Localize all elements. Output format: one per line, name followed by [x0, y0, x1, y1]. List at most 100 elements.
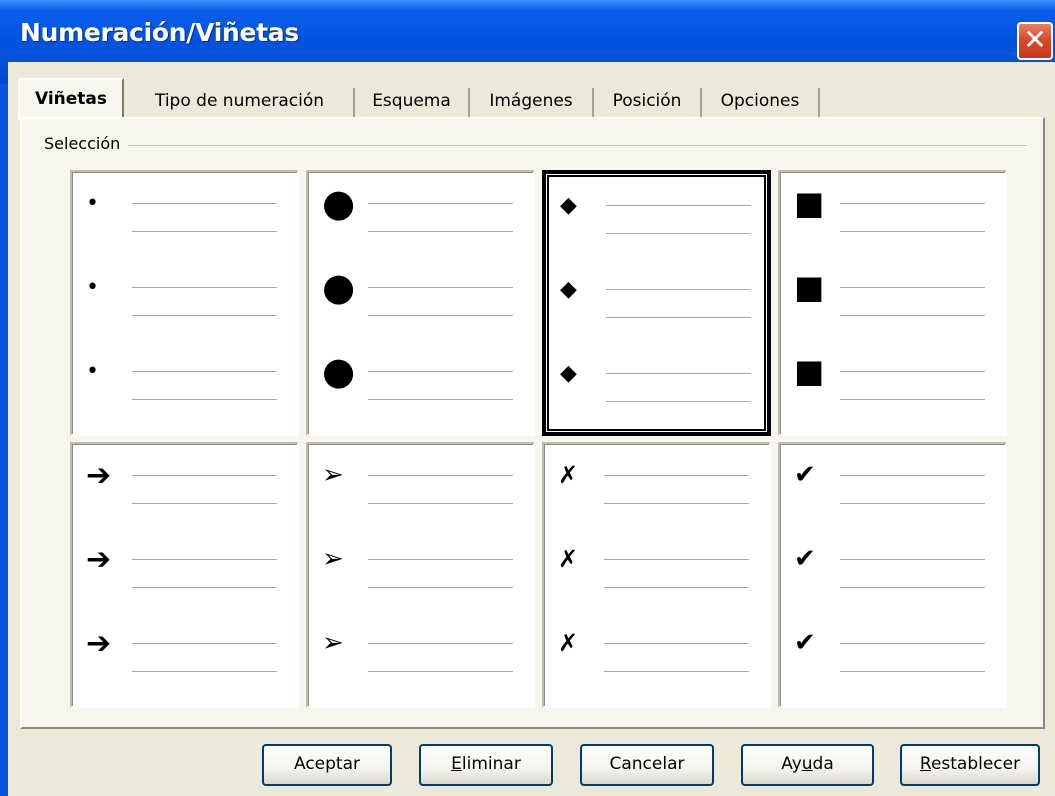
- preview-line: [606, 289, 751, 290]
- bullet-preview-row: ✗: [544, 458, 769, 504]
- bullet-preview-row: ➢: [308, 458, 533, 504]
- bullet-option-large-circle-bullet[interactable]: ● ● ●: [306, 170, 535, 436]
- tab-imagenes[interactable]: Imágenes: [470, 88, 594, 118]
- group-divider: [52, 145, 1027, 147]
- diamond-bullet-icon: ◆: [560, 360, 577, 386]
- bullet-preview-row: ■: [780, 268, 1005, 316]
- large-circle-bullet-icon: ●: [322, 265, 356, 309]
- arrowhead-bullet-icon: ➢: [322, 460, 344, 490]
- small-dot-bullet-icon: •: [86, 190, 99, 216]
- bullet-option-x-mark-bullet[interactable]: ✗ ✗ ✗: [542, 442, 771, 708]
- bullet-preview-row: ➢: [308, 626, 533, 672]
- bullet-preview-row: ✔: [780, 458, 1005, 504]
- diamond-bullet-icon: ◆: [560, 192, 577, 218]
- preview-line: [840, 371, 985, 372]
- preview-line: [606, 233, 751, 234]
- cancel-button[interactable]: Cancelar: [580, 744, 714, 786]
- preview-line: [604, 671, 749, 672]
- arrow-bullet-icon: ➔: [86, 457, 112, 493]
- preview-line: [606, 205, 751, 206]
- reset-button[interactable]: Restablecer: [900, 744, 1040, 786]
- close-button[interactable]: ✕: [1017, 22, 1053, 60]
- arrow-bullet-icon: ➔: [86, 625, 112, 661]
- preview-line: [604, 503, 749, 504]
- preview-line: [368, 643, 513, 644]
- preview-line: [368, 503, 513, 504]
- preview-line: [368, 399, 513, 400]
- help-button[interactable]: Ayuda: [741, 744, 874, 786]
- preview-line: [606, 317, 751, 318]
- check-mark-bullet-icon: ✔: [794, 628, 816, 658]
- bullet-preview-row: ✔: [780, 626, 1005, 672]
- small-dot-bullet-icon: •: [86, 274, 99, 300]
- bullet-preview-row: ◆: [546, 188, 767, 234]
- bullet-preview-row: •: [72, 270, 297, 316]
- preview-line: [840, 503, 985, 504]
- x-mark-bullet-icon: ✗: [558, 629, 579, 657]
- preview-line: [368, 231, 513, 232]
- selection-group-label: Selección: [44, 134, 129, 153]
- bullet-preview-row: ■: [780, 184, 1005, 232]
- preview-line: [606, 373, 751, 374]
- preview-line: [840, 287, 985, 288]
- bullet-preview-row: ➢: [308, 542, 533, 588]
- tab-opciones[interactable]: Opciones: [702, 88, 820, 118]
- preview-line: [604, 587, 749, 588]
- preview-line: [132, 231, 277, 232]
- bullet-preview-row: ✗: [544, 626, 769, 672]
- bullet-preview-row: ●: [308, 265, 533, 316]
- bullet-option-arrow-bullet[interactable]: ➔ ➔ ➔: [70, 442, 299, 708]
- preview-line: [132, 203, 277, 204]
- ok-button-label: Aceptar: [294, 754, 360, 774]
- window-title: Numeración/Viñetas: [20, 18, 299, 47]
- preview-line: [840, 643, 985, 644]
- preview-line: [368, 671, 513, 672]
- bullet-preview-row: ●: [308, 181, 533, 232]
- bullet-option-arrowhead-bullet[interactable]: ➢ ➢ ➢: [306, 442, 535, 708]
- tab-tipo-de-numeracion[interactable]: Tipo de numeración: [126, 88, 355, 118]
- bullet-preview-row: ●: [308, 349, 533, 400]
- preview-line: [840, 559, 985, 560]
- bullet-preview-row: ➔: [72, 541, 297, 588]
- tab-posicion[interactable]: Posición: [594, 88, 702, 118]
- preview-line: [368, 587, 513, 588]
- dialog-body: Viñetas Tipo de numeración Esquema Imáge…: [8, 62, 1055, 796]
- bullet-preview-row: ◆: [546, 356, 767, 402]
- preview-line: [132, 503, 277, 504]
- bullet-option-diamond-bullet[interactable]: ◆ ◆ ◆: [542, 170, 771, 436]
- preview-line: [132, 475, 277, 476]
- preview-line: [368, 287, 513, 288]
- bullet-option-small-dot-bullet[interactable]: • • •: [70, 170, 299, 436]
- bullet-option-check-mark-bullet[interactable]: ✔ ✔ ✔: [778, 442, 1007, 708]
- dialog-window: Numeración/Viñetas ✕ Viñetas Tipo de num…: [0, 0, 1055, 796]
- square-bullet-icon: ■: [794, 268, 825, 306]
- diamond-bullet-icon: ◆: [560, 276, 577, 302]
- preview-line: [132, 559, 277, 560]
- arrowhead-bullet-icon: ➢: [322, 544, 344, 574]
- preview-line: [132, 671, 277, 672]
- bullet-option-square-bullet[interactable]: ■ ■ ■: [778, 170, 1007, 436]
- large-circle-bullet-icon: ●: [322, 181, 356, 225]
- ok-button[interactable]: Aceptar: [262, 744, 392, 786]
- bullet-preview-row: ■: [780, 352, 1005, 400]
- arrow-bullet-icon: ➔: [86, 541, 112, 577]
- bullet-preview-row: •: [72, 354, 297, 400]
- preview-line: [606, 401, 751, 402]
- tab-vinetas[interactable]: Viñetas: [18, 78, 124, 120]
- x-mark-bullet-icon: ✗: [558, 545, 579, 573]
- bullet-preview-row: ◆: [546, 272, 767, 318]
- square-bullet-icon: ■: [794, 352, 825, 390]
- preview-line: [132, 287, 277, 288]
- preview-line: [132, 315, 277, 316]
- preview-line: [840, 671, 985, 672]
- preview-line: [604, 475, 749, 476]
- delete-button[interactable]: Eliminar: [419, 744, 553, 786]
- tab-esquema[interactable]: Esquema: [355, 88, 470, 118]
- bullet-preview-row: •: [72, 186, 297, 232]
- cancel-button-label: Cancelar: [609, 754, 685, 774]
- preview-line: [132, 587, 277, 588]
- reset-button-label: Restablecer: [919, 754, 1021, 774]
- x-mark-bullet-icon: ✗: [558, 461, 579, 489]
- bullet-preview-row: ➔: [72, 457, 297, 504]
- preview-line: [604, 559, 749, 560]
